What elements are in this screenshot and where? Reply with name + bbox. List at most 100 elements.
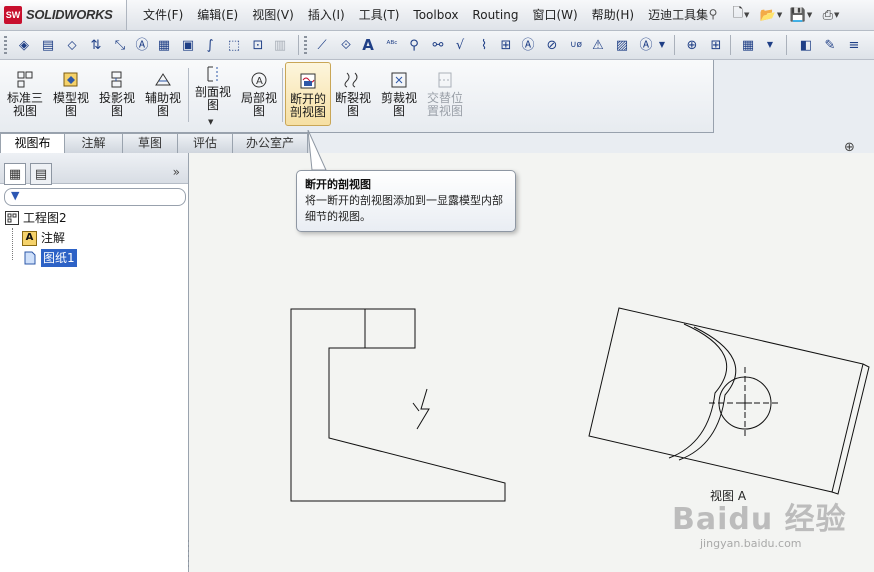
chevron-down-icon: ▼ <box>744 11 750 19</box>
aligned-section-tool-icon[interactable]: ⤡ <box>110 35 130 55</box>
broken-out-section-tool-icon[interactable]: ▣ <box>178 35 198 55</box>
tab-evaluate[interactable]: 评估 <box>178 133 233 154</box>
tree-item-annotations[interactable]: A 注解 <box>22 229 65 247</box>
menu-window[interactable]: 窗口(W) <box>525 0 584 30</box>
tab-office-products[interactable]: 办公室产品 <box>233 133 308 169</box>
new-document-button[interactable]: 🗋 ▼ <box>728 4 754 26</box>
toolbar-separator <box>786 35 787 55</box>
balloon-icon[interactable]: ⚲ <box>404 35 424 55</box>
menu-routing[interactable]: Routing <box>465 0 525 30</box>
datum-target-icon[interactable]: ⊘ <box>542 35 562 55</box>
model-view-button[interactable]: 模型视图 <box>49 62 93 124</box>
chevron-down-icon[interactable]: ▼ <box>652 35 672 55</box>
tooltip-body: 将一断开的剖视图添加到一显露模型内部细节的视图。 <box>305 194 503 223</box>
chevron-down-icon[interactable]: ▼ <box>208 118 213 126</box>
break-view-button[interactable]: 断裂视图 <box>331 62 375 124</box>
geometric-tolerance-icon[interactable]: ⊞ <box>496 35 516 55</box>
zoom-to-fit-icon[interactable]: ⊕ <box>844 140 855 155</box>
datum-feature-icon[interactable]: Ⓐ <box>518 35 538 55</box>
projected-view-icon <box>106 70 128 90</box>
standard-3-view-button[interactable]: 标准三视图 <box>3 62 47 124</box>
new-file-icon: 🗋 <box>732 6 744 21</box>
tab-sketch[interactable]: 草图 <box>123 133 178 154</box>
detail-view-button[interactable]: A 局部视图 <box>237 62 281 124</box>
crop-view-label: 剪裁视图 <box>380 91 417 118</box>
open-document-button[interactable]: 📂 ▼ <box>758 4 784 26</box>
revision-symbol-icon[interactable]: ⚠ <box>588 35 608 55</box>
menu-tools[interactable]: 工具(T) <box>352 0 407 30</box>
alternate-position-tool-icon[interactable]: ⊡ <box>248 35 268 55</box>
line-thickness-icon[interactable]: ≡ <box>844 35 864 55</box>
baidu-watermark: Baidu 经验 jingyan.baidu.com <box>672 494 872 570</box>
menu-view[interactable]: 视图(V) <box>245 0 301 30</box>
tree-item-annotations-label: 注解 <box>41 231 66 245</box>
section-view-tool-icon[interactable]: ⇅ <box>86 35 106 55</box>
tab-view-layout[interactable]: 视图布局 <box>0 133 65 169</box>
center-mark-icon[interactable]: ⊕ <box>682 35 702 55</box>
layer-icon[interactable]: ◧ <box>796 35 816 55</box>
auxiliary-view-icon <box>152 70 174 90</box>
sheet-icon <box>22 251 37 266</box>
pin-menu-icon[interactable]: ⚲ <box>706 7 720 21</box>
part-front-view[interactable] <box>290 308 506 502</box>
standard-3-view-icon <box>14 70 36 90</box>
toolbar-separator <box>674 35 675 55</box>
crop-view-button[interactable]: 剪裁视图 <box>377 62 421 124</box>
alternate-position-view-button[interactable]: 交替位置视图 <box>423 62 467 124</box>
projected-view-button[interactable]: 投影视图 <box>95 62 139 124</box>
weld-symbol-icon[interactable]: ⌇ <box>474 35 494 55</box>
section-view-icon <box>202 64 224 84</box>
menu-insert[interactable]: 插入(I) <box>301 0 352 30</box>
toolbar-separator <box>730 35 731 55</box>
model-view-label: 模型视图 <box>52 91 89 118</box>
auto-balloon-icon[interactable]: ⚯ <box>428 35 448 55</box>
tree-root-drawing[interactable]: 工程图2 <box>4 209 67 227</box>
chevron-down-icon[interactable]: ▼ <box>760 35 780 55</box>
surface-finish-icon[interactable]: √ <box>450 35 470 55</box>
toolbar-grip[interactable] <box>4 36 7 54</box>
svg-text:A: A <box>256 76 263 87</box>
print-button[interactable]: ⎙ ▼ <box>818 4 844 26</box>
app-logo[interactable]: SW SOLIDWORKS <box>0 0 127 30</box>
table-icon[interactable]: ▦ <box>738 35 758 55</box>
area-hatch-icon[interactable]: ▨ <box>612 35 632 55</box>
menu-file[interactable]: 文件(F) <box>136 0 190 30</box>
hole-callout-icon[interactable]: ∪ø <box>566 35 586 55</box>
filter-icon: ▼ <box>11 189 20 202</box>
section-view-button[interactable]: 剖面视图 <box>191 56 235 118</box>
save-button[interactable]: 💾 ▼ <box>788 4 814 26</box>
standard-views-tool-icon[interactable]: ▦ <box>154 35 174 55</box>
model-items-icon[interactable]: ⟐ <box>336 35 356 55</box>
smart-dimension-icon[interactable]: ⟋ <box>312 35 332 55</box>
toolbar-grip[interactable] <box>304 36 307 54</box>
chevron-down-icon: ▼ <box>776 11 783 19</box>
line-format-icon[interactable]: ✎ <box>820 35 840 55</box>
crop-view-icon <box>388 70 410 90</box>
save-disk-icon: 💾 <box>789 7 806 23</box>
expand-panel-icon[interactable]: » <box>173 165 180 179</box>
auxiliary-view-button[interactable]: 辅助视图 <box>141 62 185 124</box>
feature-tree-tab-icon[interactable]: ▦ <box>4 163 26 185</box>
disabled-tool-icon: ▥ <box>273 37 287 53</box>
broken-out-section-button[interactable]: 断开的剖视图 <box>285 62 331 126</box>
tab-annotation[interactable]: 注解 <box>65 133 123 154</box>
detail-view-tool-icon[interactable]: Ⓐ <box>132 35 152 55</box>
spell-check-icon[interactable]: ᴬᴮᶜ <box>382 35 402 55</box>
crop-view-tool-icon[interactable]: ⬚ <box>224 35 244 55</box>
menu-edit[interactable]: 编辑(E) <box>190 0 245 30</box>
note-icon[interactable]: A <box>358 35 378 55</box>
break-tool-icon[interactable]: ∫ <box>200 35 220 55</box>
projected-view-tool-icon[interactable]: ▤ <box>38 35 58 55</box>
menu-help[interactable]: 帮助(H) <box>585 0 641 30</box>
break-view-icon <box>342 70 364 90</box>
feature-tree-filter[interactable]: ▼ <box>4 188 186 206</box>
part-view-a[interactable] <box>588 307 870 495</box>
tree-item-sheet1[interactable]: 图纸1 <box>22 249 77 267</box>
auxiliary-view-tool-icon[interactable]: ⬦ <box>62 35 82 55</box>
menu-toolbox[interactable]: Toolbox <box>406 0 465 30</box>
centerline-icon[interactable]: ⊞ <box>706 35 726 55</box>
property-manager-tab-icon[interactable]: ▤ <box>30 163 52 185</box>
menu-maidi-tools[interactable]: 迈迪工具集 <box>641 0 715 30</box>
model-view-tool-icon[interactable]: ◈ <box>14 35 34 55</box>
feature-manager-panel: ▦ ▤ » ▼ 工程图2 A 注解 图纸1 <box>0 153 189 572</box>
